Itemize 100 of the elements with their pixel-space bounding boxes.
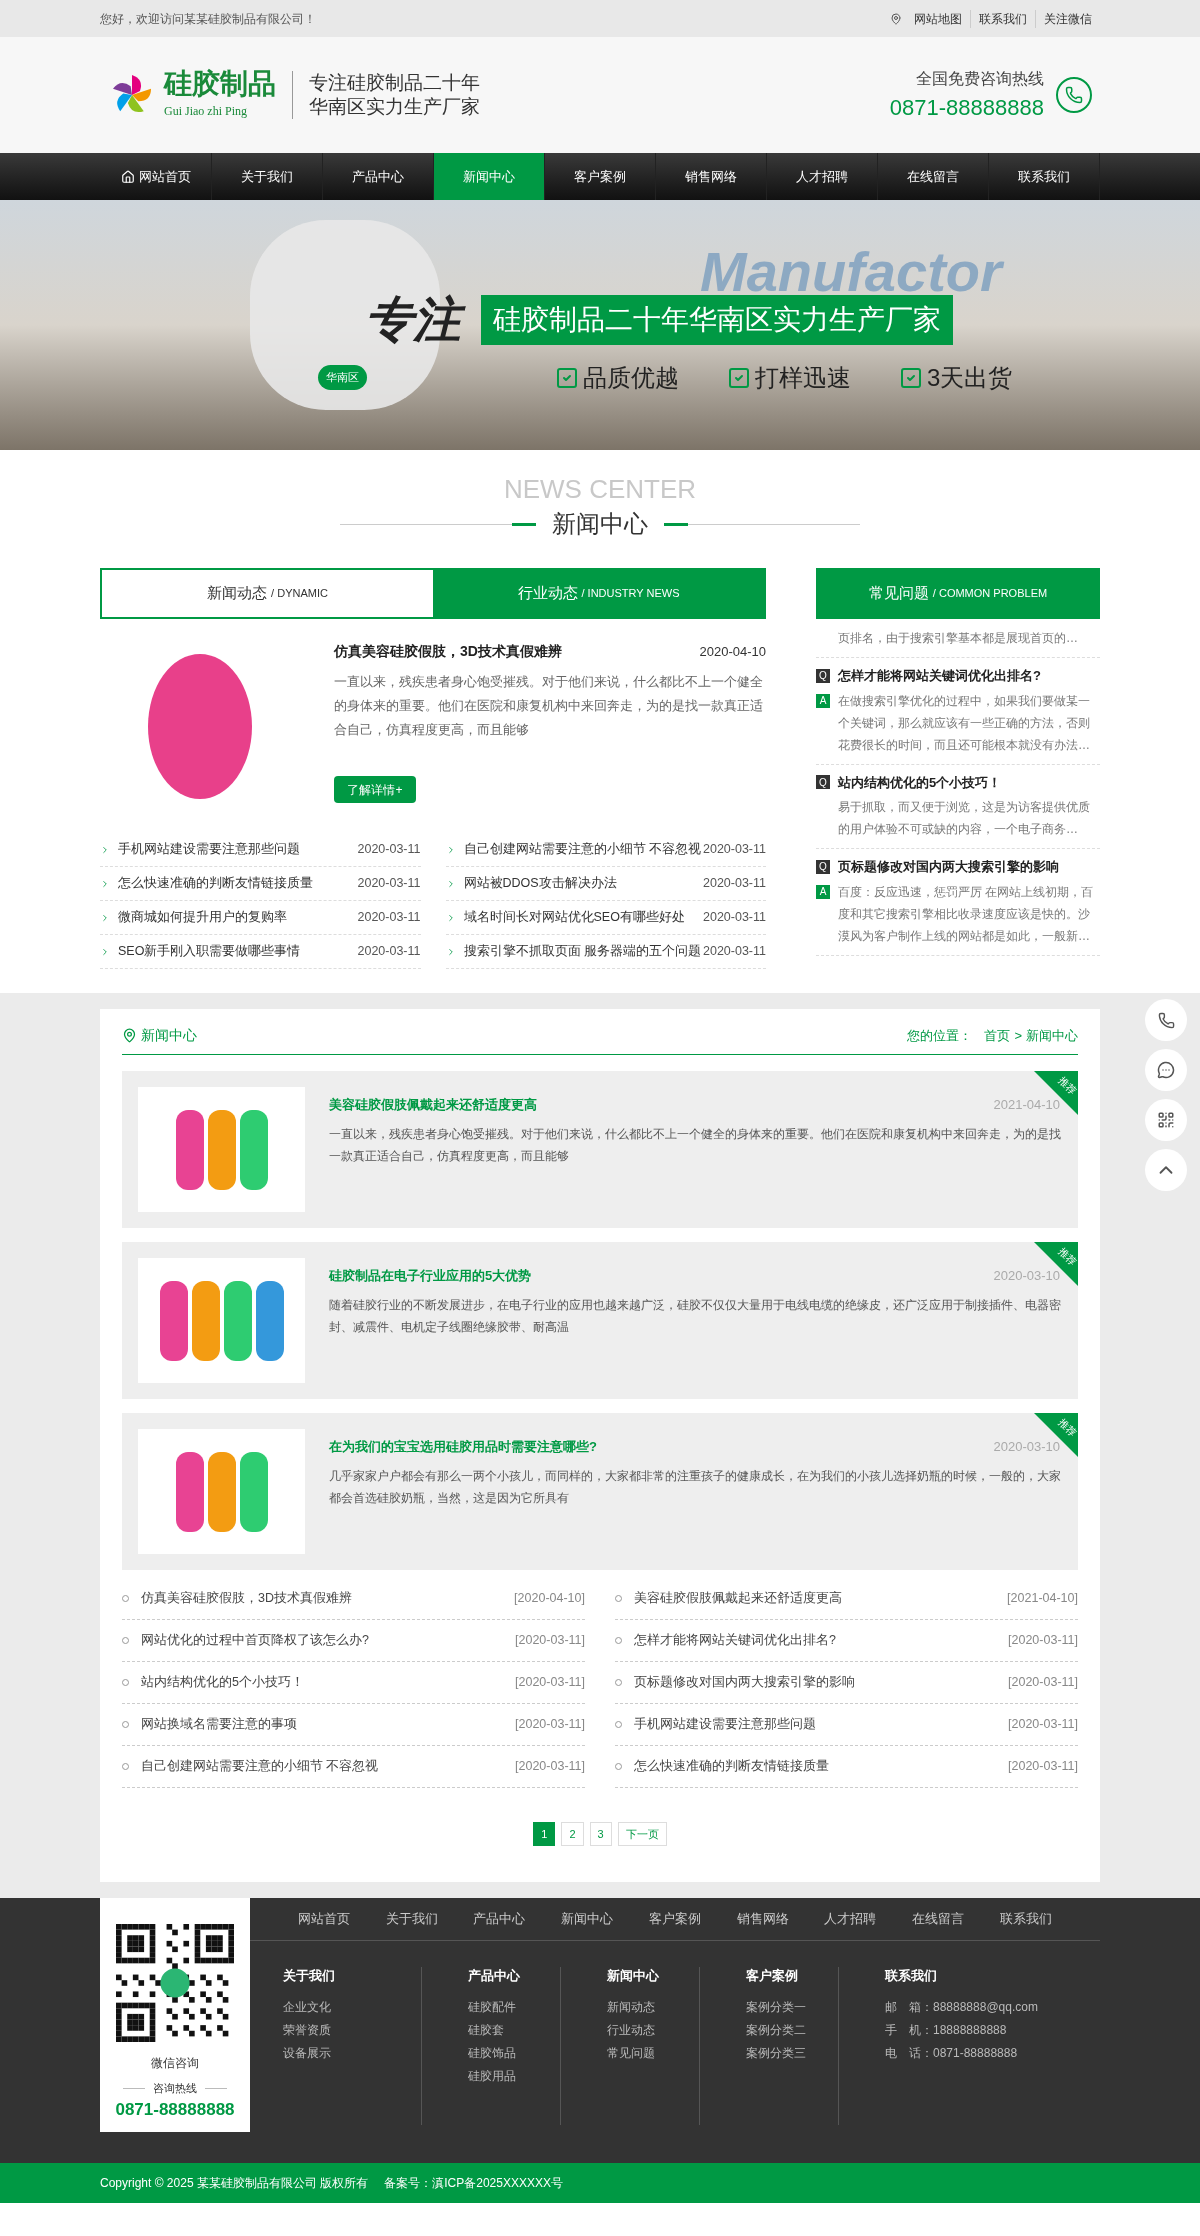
footer-column-heading: 产品中心 — [468, 1968, 521, 1985]
breadcrumb-label: 您的位置： — [907, 1026, 973, 1045]
news-date: 2020-03-11 — [357, 841, 421, 859]
faq-title: 常见问题 — [868, 583, 929, 604]
footer-nav-link[interactable]: 新闻中心 — [561, 1909, 614, 1929]
footer-link[interactable]: 案例分类一 — [746, 1995, 838, 2019]
article-summary: 几乎家家户户都会有那么一两个小孩儿，而同样的，大家都非常的注重孩子的健康成长，在为我们的小孩儿选择奶瓶的时候，一般的，大家都会首选硅胶奶瓶，当然，这是因为它所具有 — [329, 1467, 1062, 1507]
footer-link[interactable]: 硅胶用品 — [468, 2064, 560, 2088]
phone-float-button[interactable] — [1145, 999, 1187, 1041]
footer-nav-link[interactable]: 联系我们 — [1000, 1909, 1052, 1929]
question-mark-badge: Q — [816, 775, 830, 790]
featured-title[interactable]: 仿真美容硅胶假肢，3D技术真假难辨 — [334, 641, 562, 662]
article-link[interactable]: 怎么快速准确的判断友情链接质量 — [634, 1757, 1009, 1776]
breadcrumb-link[interactable]: 新闻中心 — [1026, 1025, 1078, 1046]
article-link-date: [2021-04-10] — [1007, 1590, 1078, 1608]
news-link[interactable]: 手机网站建设需要注意那些问题 — [118, 840, 358, 859]
article-link[interactable]: 页标题修改对国内两大搜索引擎的影响 — [634, 1673, 1009, 1692]
footer-nav-link[interactable]: 产品中心 — [473, 1909, 526, 1929]
article-link[interactable]: 网站优化的过程中首页降权了该怎么办? — [141, 1631, 516, 1650]
qr-code-float-button[interactable] — [1145, 1099, 1187, 1141]
article-link-date: [2020-03-11] — [1008, 1716, 1078, 1734]
top-link[interactable]: 关注微信 — [1035, 9, 1100, 28]
article-link[interactable]: 手机网站建设需要注意那些问题 — [634, 1715, 1009, 1734]
news-date: 2020-03-11 — [703, 841, 766, 859]
chat-float-button[interactable] — [1145, 1049, 1187, 1091]
breadcrumb-link[interactable]: 首页 — [984, 1025, 1011, 1046]
article-link[interactable]: 怎样才能将网站关键词优化出排名? — [634, 1631, 1009, 1650]
chevron-icon — [100, 912, 110, 923]
article-link[interactable]: 站内结构优化的5个小技巧！ — [141, 1673, 516, 1692]
footer-link[interactable]: 硅胶配件 — [468, 1995, 560, 2019]
footer-column-heading: 新闻中心 — [607, 1968, 660, 1985]
news-date: 2020-03-11 — [357, 909, 421, 927]
check-icon — [899, 366, 923, 390]
footer-link[interactable]: 案例分类三 — [746, 2041, 838, 2065]
footer-link[interactable]: 设备展示 — [283, 2041, 421, 2065]
footer-nav-link[interactable]: 关于我们 — [385, 1909, 438, 1929]
article-card[interactable]: 硅胶制品在电子行业应用的5大优势 2020-03-10 随着硅胶行业的不断发展进步，在电子行业的应用也越来越广泛，硅胶不仅仅大量用于电线电缆的绝缘皮，还广泛应用于制接插件、电器密封、减震件、电机定子线圈绝缘胶带、耐高温 推荐 — [122, 1242, 1078, 1399]
faq-answer: 百度：反应迅速，惩罚严厉 在网站上线初期，百度和其它搜索引擎相比收录速度应该是快的。沙漠风为客户制作上线的网站都是如此，一般新… — [838, 883, 1095, 945]
details-button[interactable]: 了解详情+ — [334, 776, 416, 803]
top-link[interactable]: 网站地图 — [906, 9, 970, 28]
news-date: 2020-03-11 — [357, 943, 421, 961]
news-link[interactable]: 网站被DDOS攻击解决办法 — [463, 874, 703, 893]
footer-nav-link[interactable]: 人才招聘 — [824, 1909, 877, 1929]
region-pin-label: 华南区 — [318, 365, 367, 390]
footer-link[interactable]: 常见问题 — [607, 2041, 699, 2065]
page-button[interactable]: 下一页 — [617, 1822, 667, 1846]
news-link[interactable]: 域名时间长对网站优化SEO有哪些好处 — [463, 908, 703, 927]
news-link[interactable]: 微商城如何提升用户的复购率 — [118, 908, 358, 927]
footer-link[interactable]: 行业动态 — [607, 2018, 699, 2042]
list-title: 新闻中心 — [141, 1026, 197, 1045]
page-button[interactable]: 2 — [561, 1822, 584, 1846]
news-tab[interactable]: 行业动态 / INDUSTRY NEWS — [433, 570, 764, 617]
page-button[interactable]: 3 — [589, 1822, 612, 1846]
article-summary: 随着硅胶行业的不断发展进步，在电子行业的应用也越来越广泛，硅胶不仅仅大量用于电线电缆的绝缘皮，还广泛应用于制接插件、电器密封、减震件、电机定子线圈绝缘胶带、耐高温 — [329, 1296, 1062, 1336]
top-link[interactable]: 联系我们 — [970, 9, 1035, 28]
news-link[interactable]: 自己创建网站需要注意的小细节 不容忽视 — [463, 840, 703, 859]
faq-question[interactable]: 站内结构优化的5个小技巧！ — [838, 772, 1002, 792]
qr-code-icon — [1157, 1111, 1175, 1129]
section-title: 新闻中心 — [552, 509, 648, 539]
footer-link[interactable]: 案例分类二 — [746, 2018, 838, 2042]
breadcrumb-separator: > — [1014, 1026, 1022, 1045]
news-link[interactable]: 搜索引擎不抓取页面 服务器端的五个问题 — [463, 942, 703, 961]
banner-lead-text: 专注 — [365, 290, 473, 350]
news-date: 2020-03-11 — [357, 875, 421, 893]
question-mark-badge: Q — [816, 859, 830, 874]
footer-link[interactable]: 硅胶套 — [468, 2018, 560, 2042]
page-button[interactable]: 1 — [533, 1822, 556, 1846]
faq-answer: 在做搜索引擎优化的过程中，如果我们要做某一个关键词，那么就应该有一些正确的方法，否则花费很长的时间，而且还可能根本就没有办法… — [838, 692, 1091, 754]
footer-nav-link[interactable]: 网站首页 — [297, 1909, 350, 1929]
chevron-icon — [100, 844, 110, 855]
banner-feature: 打样迅速 — [755, 363, 851, 393]
article-card[interactable]: 在为我们的宝宝选用硅胶用品时需要注意哪些? 2020-03-10 几乎家家户户都会有那么一两个小孩儿，而同样的，大家都非常的注重孩子的健康成长，在为我们的小孩儿选择奶瓶的时候，一般的，大家都会首选硅胶奶瓶，当然，这是因为它所具有 推荐 — [122, 1413, 1078, 1570]
footer-link[interactable]: 硅胶饰品 — [468, 2041, 560, 2065]
faq-question[interactable]: 怎样才能将网站关键词优化出排名? — [838, 666, 1041, 686]
footer-link[interactable]: 荣誉资质 — [283, 2018, 421, 2042]
welcome-text: 您好，欢迎访问某某硅胶制品有限公司！ — [100, 10, 316, 28]
article-link-date: [2020-03-11] — [515, 1716, 585, 1734]
footer-nav-link[interactable]: 销售网络 — [736, 1909, 789, 1929]
chevron-icon — [100, 878, 110, 889]
article-link-date: [2020-04-10] — [514, 1590, 585, 1608]
footer-column-heading: 联系我们 — [885, 1968, 938, 1985]
faq-question[interactable]: 页标题修改对国内两大搜索引擎的影响 — [838, 857, 1059, 877]
answer-mark-badge: A — [816, 693, 830, 708]
footer-link[interactable]: 企业文化 — [283, 1995, 421, 2019]
copyright-text: Copyright © 2025 某某硅胶制品有限公司 版权所有 — [100, 2175, 369, 2192]
article-link[interactable]: 美容硅胶假肢佩戴起来还舒适度更高 — [634, 1589, 1008, 1608]
chat-bubble-icon — [1157, 1061, 1175, 1079]
article-link[interactable]: 网站换域名需要注意的事项 — [141, 1715, 516, 1734]
article-link[interactable]: 仿真美容硅胶假肢，3D技术真假难辨 — [141, 1589, 515, 1608]
article-card[interactable]: 美容硅胶假肢佩戴起来还舒适度更高 2021-04-10 一直以来，残疾患者身心饱受摧残。对于他们来说，什么都比不上一个健全的身体来的重要。他们在医院和康复机构中来回奔走，为的是找一款真正适合自己，仿真程度更高，而且能够 推荐 — [122, 1071, 1078, 1228]
article-link[interactable]: 自己创建网站需要注意的小细节 不容忽视 — [141, 1757, 516, 1776]
news-link[interactable]: SEO新手刚入职需要做哪些事情 — [118, 942, 358, 961]
footer-nav-link[interactable]: 在线留言 — [912, 1909, 965, 1929]
contact-line: 手 机：18888888888 — [885, 2021, 1008, 2039]
footer-link[interactable]: 新闻动态 — [607, 1995, 699, 2019]
news-link[interactable]: 怎么快速准确的判断友情链接质量 — [118, 874, 358, 893]
contact-line: 电 话：0871-88888888 — [885, 2044, 1019, 2062]
footer-nav-link[interactable]: 客户案例 — [648, 1909, 701, 1929]
location-pin-icon — [122, 1028, 137, 1043]
nav-item[interactable]: 新闻中心 — [433, 153, 545, 200]
